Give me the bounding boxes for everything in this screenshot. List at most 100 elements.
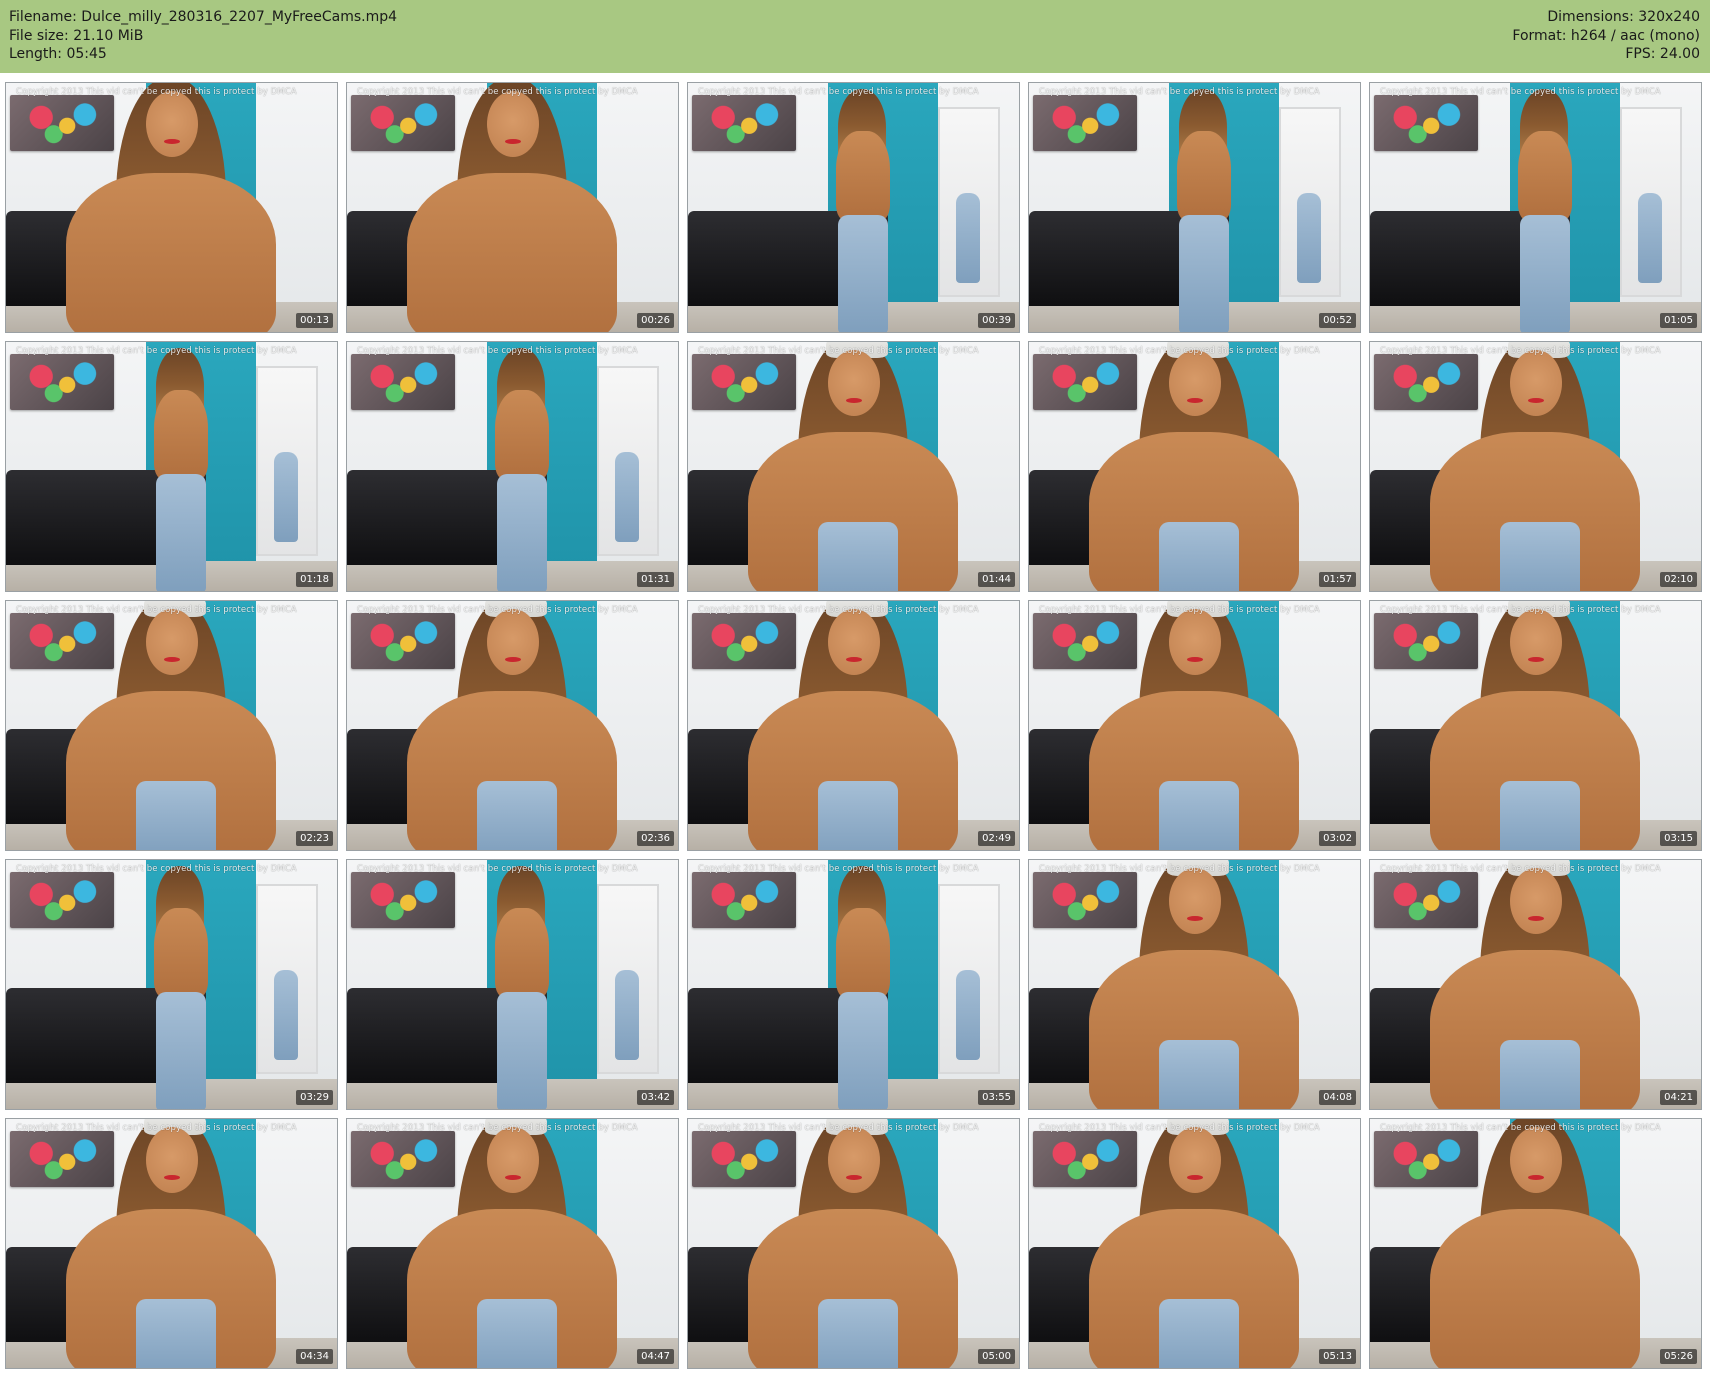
person-face [1510,868,1562,934]
person-torso [836,908,890,998]
person-face [1510,609,1562,675]
copyright-watermark: Copyright 2013 This vid can't be copyed … [1039,346,1320,356]
thumbnail-frame[interactable]: Copyright 2013 This vid can't be copyed … [687,341,1020,592]
thumbnail-frame[interactable]: Copyright 2013 This vid can't be copyed … [346,82,679,333]
mirror-reflection [274,970,298,1060]
red-lips [164,139,180,144]
person-torso [66,173,276,332]
copyright-watermark: Copyright 2013 This vid can't be copyed … [1039,1123,1320,1133]
thumbnail-frame[interactable]: Copyright 2013 This vid can't be copyed … [687,82,1020,333]
copyright-watermark: Copyright 2013 This vid can't be copyed … [357,1123,638,1133]
thumbnail-frame[interactable]: Copyright 2013 This vid can't be copyed … [1028,600,1361,851]
elephant-painting [1374,95,1478,151]
timestamp-label: 03:42 [637,1090,674,1105]
person-jeans [1500,522,1580,591]
thumbnail-frame[interactable]: Copyright 2013 This vid can't be copyed … [687,859,1020,1110]
elephant-painting [692,354,796,410]
person-torso [407,173,617,332]
video-frame-image [688,1119,1019,1368]
copyright-watermark: Copyright 2013 This vid can't be copyed … [16,346,297,356]
thumbnail-frame[interactable]: Copyright 2013 This vid can't be copyed … [346,1118,679,1369]
person-torso [154,908,208,998]
red-lips [505,1175,521,1180]
thumbnail-frame[interactable]: Copyright 2013 This vid can't be copyed … [1369,600,1702,851]
red-lips [846,657,862,662]
thumbnail-frame[interactable]: Copyright 2013 This vid can't be copyed … [346,341,679,592]
person-face [1510,350,1562,416]
timestamp-label: 01:44 [978,572,1015,587]
filesize-text: File size: 21.10 MiB [9,27,144,44]
thumbnail-frame[interactable]: Copyright 2013 This vid can't be copyed … [5,600,338,851]
mirror-reflection [956,193,980,283]
thumbnail-frame[interactable]: Copyright 2013 This vid can't be copyed … [1028,1118,1361,1369]
person-face [1169,868,1221,934]
video-frame-image [6,83,337,332]
mirror-reflection [274,452,298,542]
timestamp-label: 00:13 [296,313,333,328]
red-lips [846,398,862,403]
elephant-painting [351,95,455,151]
thumbnail-frame[interactable]: Copyright 2013 This vid can't be copyed … [5,859,338,1110]
red-lips [1528,398,1544,403]
contact-sheet-header: Filename: Dulce_milly_280316_2207_MyFree… [0,0,1710,73]
person-jeans [1520,215,1570,332]
elephant-painting [351,613,455,669]
person-torso [1430,1209,1640,1368]
thumbnail-frame[interactable]: Copyright 2013 This vid can't be copyed … [1369,859,1702,1110]
thumbnail-frame[interactable]: Copyright 2013 This vid can't be copyed … [687,600,1020,851]
thumbnail-frame[interactable]: Copyright 2013 This vid can't be copyed … [346,859,679,1110]
person-torso [495,390,549,480]
video-frame-image [347,860,678,1109]
timestamp-label: 03:15 [1660,831,1697,846]
thumbnail-frame[interactable]: Copyright 2013 This vid can't be copyed … [5,341,338,592]
thumbnail-frame[interactable]: Copyright 2013 This vid can't be copyed … [346,600,679,851]
copyright-watermark: Copyright 2013 This vid can't be copyed … [357,605,638,615]
copyright-watermark: Copyright 2013 This vid can't be copyed … [357,864,638,874]
thumbnail-frame[interactable]: Copyright 2013 This vid can't be copyed … [1028,341,1361,592]
copyright-watermark: Copyright 2013 This vid can't be copyed … [698,1123,979,1133]
mirror-reflection [1297,193,1321,283]
timestamp-label: 01:57 [1319,572,1356,587]
thumbnail-frame[interactable]: Copyright 2013 This vid can't be copyed … [1369,1118,1702,1369]
elephant-painting [351,354,455,410]
dimensions-text: Dimensions: 320x240 [1547,9,1700,25]
person-jeans [818,1299,898,1368]
timestamp-label: 04:21 [1660,1090,1697,1105]
copyright-watermark: Copyright 2013 This vid can't be copyed … [1039,864,1320,874]
person-face [828,609,880,675]
video-frame-image [1029,601,1360,850]
thumbnail-frame[interactable]: Copyright 2013 This vid can't be copyed … [1369,82,1702,333]
person-jeans [1159,1299,1239,1368]
red-lips [1187,657,1203,662]
video-frame-image [6,860,337,1109]
person-jeans [818,522,898,591]
person-jeans [136,1299,216,1368]
thumbnail-frame[interactable]: Copyright 2013 This vid can't be copyed … [1028,82,1361,333]
format-text: Format: h264 / aac (mono) [1512,27,1700,44]
elephant-painting [10,354,114,410]
copyright-watermark: Copyright 2013 This vid can't be copyed … [1039,605,1320,615]
copyright-watermark: Copyright 2013 This vid can't be copyed … [16,1123,297,1133]
timestamp-label: 00:52 [1319,313,1356,328]
timestamp-label: 04:34 [296,1349,333,1364]
thumbnail-frame[interactable]: Copyright 2013 This vid can't be copyed … [1369,341,1702,592]
thumbnail-frame[interactable]: Copyright 2013 This vid can't be copyed … [5,1118,338,1369]
thumbnail-frame[interactable]: Copyright 2013 This vid can't be copyed … [5,82,338,333]
person-jeans [1159,522,1239,591]
elephant-painting [1374,613,1478,669]
timestamp-label: 05:00 [978,1349,1015,1364]
video-frame-image [688,860,1019,1109]
timestamp-label: 02:49 [978,831,1015,846]
file-info: Filename: Dulce_milly_280316_2207_MyFree… [9,8,397,64]
video-frame-image [347,83,678,332]
elephant-painting [692,613,796,669]
thumbnail-frame[interactable]: Copyright 2013 This vid can't be copyed … [687,1118,1020,1369]
video-frame-image [688,601,1019,850]
person-jeans [838,215,888,332]
copyright-watermark: Copyright 2013 This vid can't be copyed … [1039,87,1320,97]
length-text: Length: 05:45 [9,46,107,62]
person-face [1169,350,1221,416]
copyright-watermark: Copyright 2013 This vid can't be copyed … [698,87,979,97]
thumbnail-frame[interactable]: Copyright 2013 This vid can't be copyed … [1028,859,1361,1110]
person-face [828,1127,880,1193]
